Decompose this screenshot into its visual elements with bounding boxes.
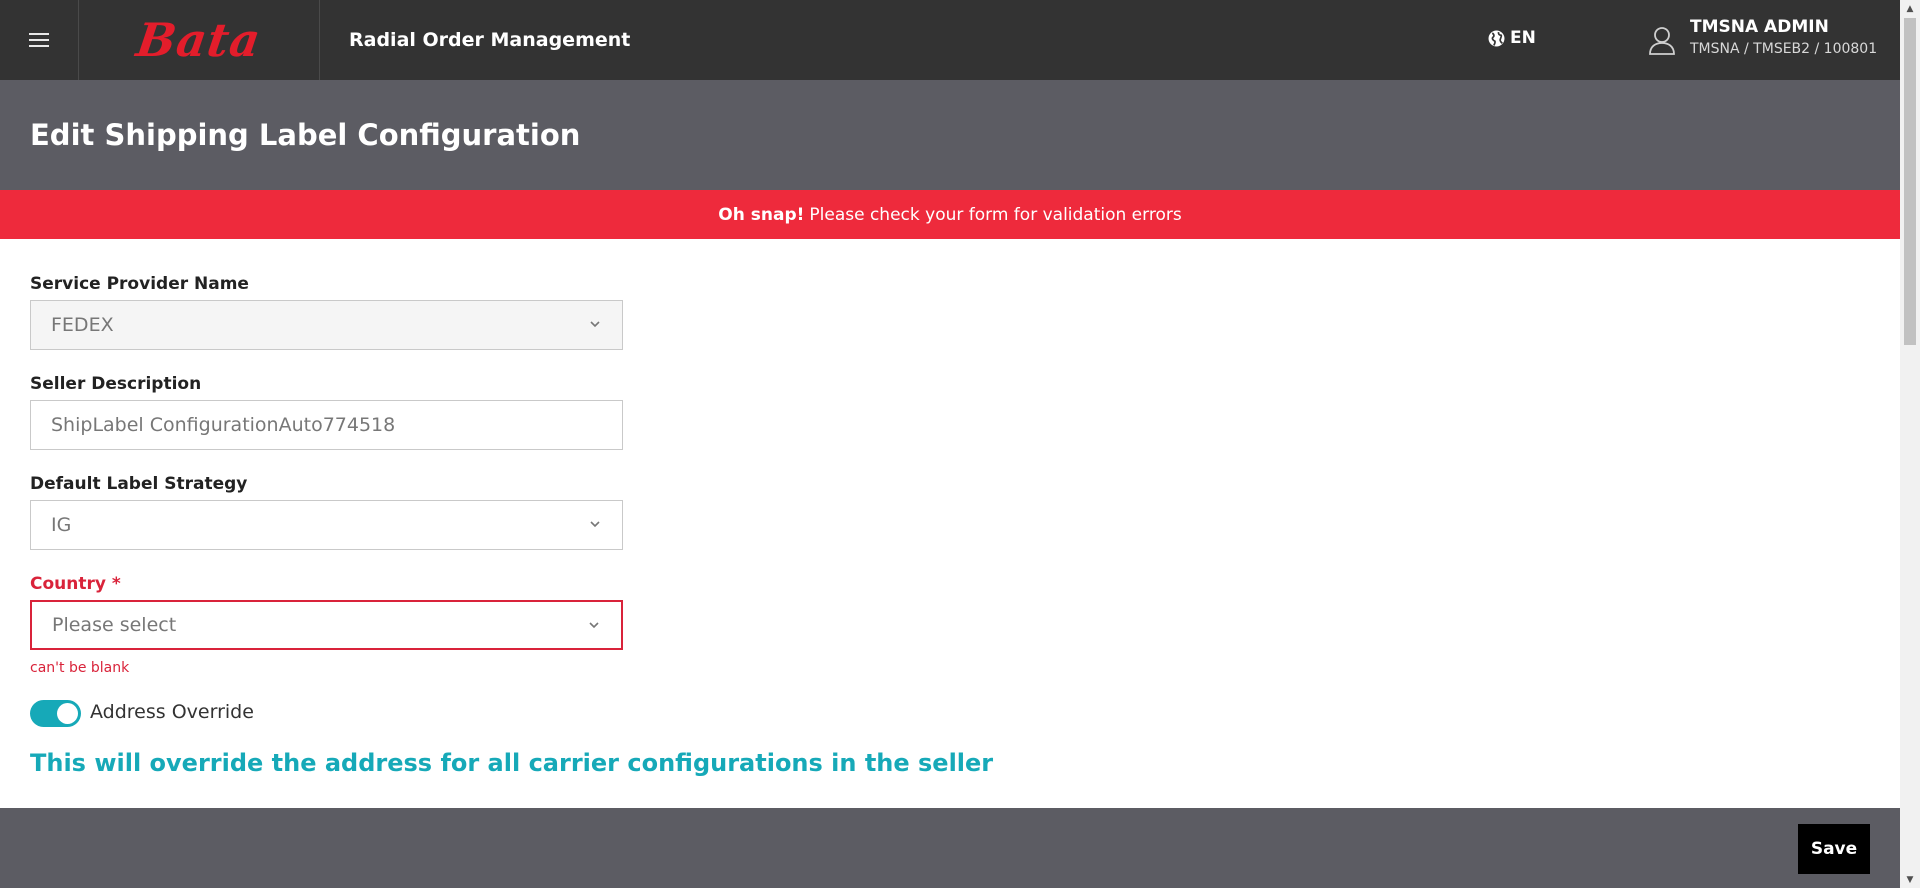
default-label-strategy-label: Default Label Strategy	[30, 474, 248, 494]
country-select[interactable]: Please select	[30, 600, 623, 650]
country-label: Country *	[30, 574, 121, 594]
page-scrollbar[interactable]: ▲ ▼	[1900, 0, 1920, 888]
default-label-strategy-value: IG	[51, 514, 72, 536]
scroll-up-arrow-icon[interactable]: ▲	[1900, 0, 1920, 17]
user-info[interactable]: TMSNA ADMIN TMSNA / TMSEB2 / 100801	[1690, 17, 1877, 57]
globe-icon	[1488, 30, 1505, 46]
address-override-label: Address Override	[90, 701, 254, 723]
alert-message: Please check your form for validation er…	[809, 204, 1182, 225]
seller-description-input[interactable]: ShipLabel ConfigurationAuto774518	[30, 400, 623, 450]
save-button[interactable]: Save	[1798, 824, 1870, 874]
validation-alert: Oh snap! Please check your form for vali…	[0, 190, 1900, 239]
form-footer: Save	[0, 808, 1900, 888]
hamburger-menu-icon	[29, 33, 49, 47]
country-error-message: can't be blank	[30, 660, 130, 676]
toggle-knob	[57, 703, 78, 724]
address-override-toggle[interactable]	[30, 700, 81, 727]
service-provider-value: FEDEX	[51, 314, 114, 336]
page-title: Edit Shipping Label Configuration	[30, 118, 581, 152]
top-navbar: Bata Radial Order Management	[0, 0, 1900, 80]
language-selector[interactable]: EN	[1488, 28, 1536, 48]
default-label-strategy-select[interactable]: IG	[30, 500, 623, 550]
seller-description-label: Seller Description	[30, 374, 202, 394]
override-notice: This will override the address for all c…	[30, 749, 994, 777]
app-title: Radial Order Management	[349, 29, 631, 51]
chevron-down-icon	[589, 622, 599, 629]
brand-logo: Bata	[133, 13, 265, 67]
seller-description-value: ShipLabel ConfigurationAuto774518	[51, 414, 396, 436]
chevron-down-icon	[590, 321, 600, 328]
chevron-down-icon	[590, 521, 600, 528]
user-context: TMSNA / TMSEB2 / 100801	[1690, 41, 1878, 57]
language-label: EN	[1510, 28, 1536, 48]
service-provider-select[interactable]: FEDEX	[30, 300, 623, 350]
scrollbar-thumb[interactable]	[1904, 18, 1916, 345]
service-provider-label: Service Provider Name	[30, 274, 249, 294]
alert-strong: Oh snap!	[718, 204, 805, 225]
hamburger-menu-button[interactable]	[0, 0, 79, 80]
scroll-down-arrow-icon[interactable]: ▼	[1900, 871, 1920, 888]
page-header: Edit Shipping Label Configuration	[0, 80, 1900, 190]
brand-logo-container[interactable]: Bata	[79, 0, 320, 80]
user-icon[interactable]	[1648, 25, 1676, 55]
user-name: TMSNA ADMIN	[1690, 17, 1829, 37]
country-placeholder: Please select	[52, 614, 177, 636]
